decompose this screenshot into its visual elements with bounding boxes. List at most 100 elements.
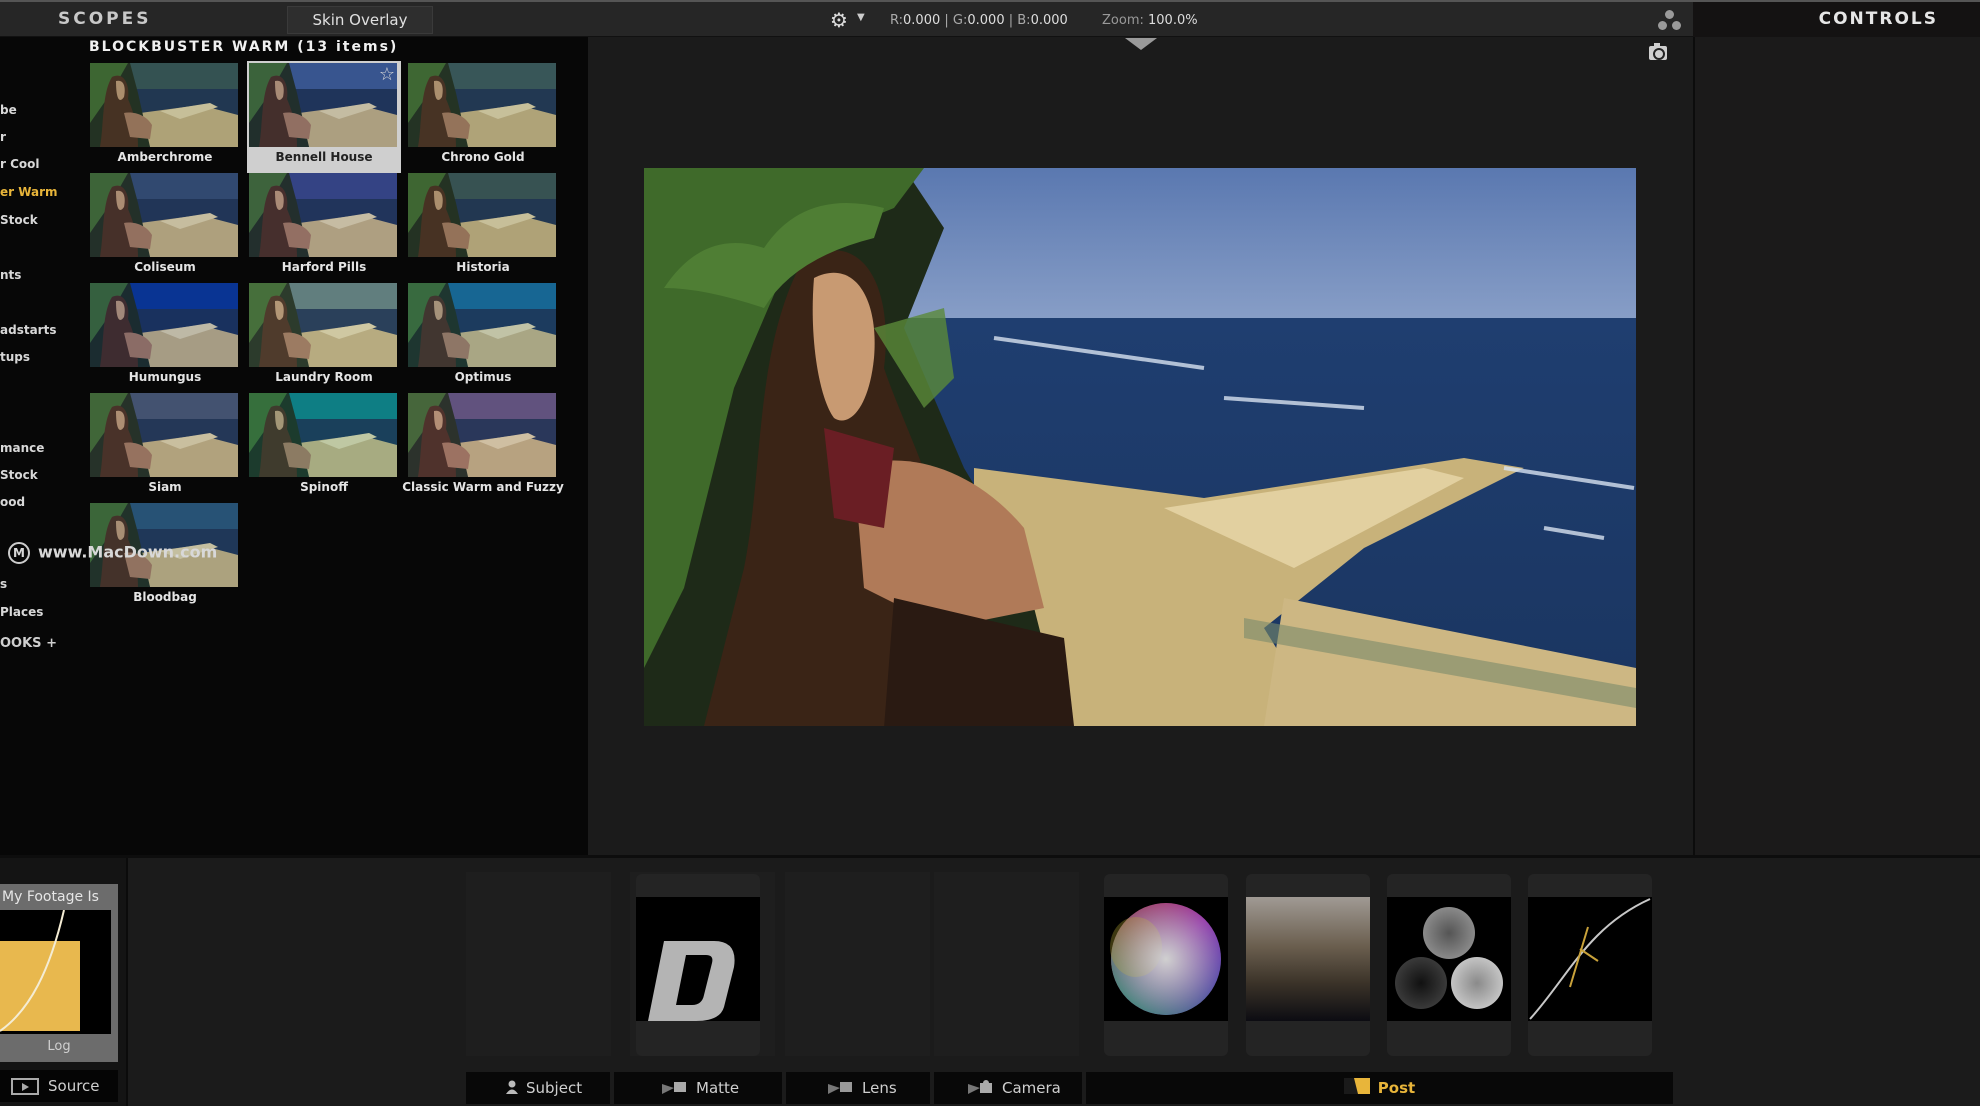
look-thumbnail[interactable]: Harford Pills: [249, 173, 399, 281]
camera-slot: [934, 872, 1079, 1056]
tool-tile-color-wheel[interactable]: [1104, 874, 1228, 1056]
footage-curve-graph: [0, 909, 111, 1034]
look-preview-image: [408, 63, 556, 147]
look-thumbnail[interactable]: Laundry Room: [249, 283, 399, 391]
category-item[interactable]: er Warm: [0, 185, 58, 199]
triangle-down-icon[interactable]: [1125, 38, 1157, 50]
tool-tile-gradient[interactable]: [1246, 874, 1370, 1056]
magic-bullet-looks-window: SCOPES Skin Overlay ⚙ ▼ R:0.000 | G:0.00…: [0, 0, 1980, 1106]
preview-image[interactable]: [644, 168, 1636, 726]
tab-camera[interactable]: Camera: [934, 1072, 1082, 1104]
look-name: Siam: [148, 480, 182, 494]
look-thumbnail[interactable]: Spinoff: [249, 393, 399, 501]
controls-panel: [1693, 37, 1980, 855]
b-value: 0.000: [1030, 13, 1068, 28]
controls-header: CONTROLS: [1693, 0, 1980, 37]
controls-title[interactable]: CONTROLS: [1819, 9, 1938, 29]
category-item[interactable]: s: [0, 577, 7, 591]
tool-tile-curves[interactable]: [1528, 874, 1652, 1056]
tab-subject[interactable]: Subject: [466, 1072, 610, 1104]
tab-matte[interactable]: Matte: [614, 1072, 782, 1104]
look-preview-image: [408, 173, 556, 257]
bottom-panel: My Footage Is Log Source Subject Matte L…: [0, 855, 1980, 1106]
look-name: Harford Pills: [281, 260, 367, 274]
look-name: Spinoff: [300, 480, 348, 494]
look-thumbnail[interactable]: Amberchrome: [90, 63, 240, 171]
looks-library: BLOCKBUSTER WARM (13 items) be r r Cool er …: [0, 37, 588, 855]
look-thumbnail[interactable]: Coliseum: [90, 173, 240, 281]
look-thumbnail[interactable]: Optimus: [408, 283, 558, 391]
skin-overlay-button[interactable]: Skin Overlay: [287, 6, 433, 34]
gradient-icon: [1246, 897, 1370, 1021]
curves-icon: [1528, 897, 1652, 1021]
look-name: Laundry Room: [275, 370, 373, 384]
library-title: BLOCKBUSTER WARM (13 items): [89, 39, 399, 55]
look-thumbnail[interactable]: Classic Warm and Fuzzy: [402, 393, 564, 501]
camera-rig-icon: [968, 1073, 994, 1105]
look-name: Chrono Gold: [441, 150, 525, 164]
tab-post[interactable]: Post: [1086, 1072, 1673, 1104]
scopes-title[interactable]: SCOPES: [58, 9, 152, 29]
look-name: Historia: [456, 260, 510, 274]
category-item[interactable]: Places: [0, 605, 43, 619]
watermark: Mwww.MacDown.com: [8, 542, 217, 564]
look-thumbnail[interactable]: Chrono Gold: [408, 63, 558, 171]
category-item[interactable]: tups: [0, 350, 30, 364]
tab-lens-label: Lens: [862, 1079, 897, 1097]
watermark-logo-icon: M: [8, 542, 30, 564]
footage-type-card[interactable]: My Footage Is Log: [0, 884, 118, 1062]
favorite-star-icon[interactable]: ☆: [379, 64, 395, 85]
footage-title: My Footage Is: [2, 889, 99, 905]
look-name: Optimus: [454, 370, 512, 384]
viewer: [588, 37, 1693, 855]
add-looks-button[interactable]: OOKS +: [0, 636, 57, 651]
camera-icon[interactable]: [1649, 43, 1667, 60]
subject-slot: [466, 872, 611, 1056]
g-label: G:: [952, 13, 968, 28]
tool-tile-three-way[interactable]: [1387, 874, 1511, 1056]
tab-source-label: Source: [48, 1077, 100, 1095]
category-item[interactable]: nts: [0, 268, 21, 282]
person-icon: [506, 1073, 518, 1105]
tab-source[interactable]: Source: [0, 1070, 118, 1102]
tool-d-image: [636, 897, 760, 1021]
look-thumbnail[interactable]: ☆ Bennell House: [247, 61, 401, 173]
look-preview-image: [249, 63, 397, 147]
tab-subject-label: Subject: [526, 1079, 583, 1097]
look-thumbnail[interactable]: Siam: [90, 393, 240, 501]
category-item[interactable]: Stock: [0, 213, 38, 227]
watermark-text: www.MacDown.com: [38, 542, 218, 562]
three-way-icon: [1387, 897, 1511, 1021]
preview-scene: [644, 168, 1636, 726]
look-name: Amberchrome: [117, 150, 213, 164]
look-name: Coliseum: [134, 260, 196, 274]
category-item[interactable]: r: [0, 130, 6, 144]
look-thumbnail[interactable]: Historia: [408, 173, 558, 281]
look-name: Bloodbag: [133, 590, 197, 604]
chevron-down-icon[interactable]: ▼: [857, 12, 865, 23]
category-item[interactable]: be: [0, 103, 17, 117]
three-circles-icon[interactable]: [1655, 10, 1685, 34]
tab-matte-label: Matte: [696, 1079, 740, 1097]
gear-icon[interactable]: ⚙: [830, 9, 852, 31]
zoom-label: Zoom:: [1102, 13, 1144, 28]
look-preview-image: [408, 283, 556, 367]
lens-icon: [828, 1073, 854, 1105]
category-item[interactable]: ood: [0, 495, 25, 509]
zoom-readout: Zoom: 100.0%: [1102, 13, 1198, 28]
tool-tile-d[interactable]: [636, 874, 760, 1056]
tab-post-label: Post: [1377, 1079, 1416, 1097]
g-value: 0.000: [967, 13, 1005, 28]
matte-icon: [662, 1073, 688, 1105]
log-curve: [0, 909, 80, 1032]
post-icon: [1343, 1073, 1370, 1105]
tab-lens[interactable]: Lens: [786, 1072, 930, 1104]
category-item[interactable]: Stock: [0, 468, 38, 482]
category-item[interactable]: adstarts: [0, 323, 56, 337]
look-thumbnail[interactable]: Humungus: [90, 283, 240, 391]
top-toolbar: SCOPES Skin Overlay ⚙ ▼ R:0.000 | G:0.00…: [0, 0, 1693, 37]
source-column: My Footage Is Log Source: [0, 858, 128, 1106]
category-item[interactable]: mance: [0, 441, 44, 455]
look-preview-image: [249, 393, 397, 477]
category-item[interactable]: r Cool: [0, 157, 40, 171]
